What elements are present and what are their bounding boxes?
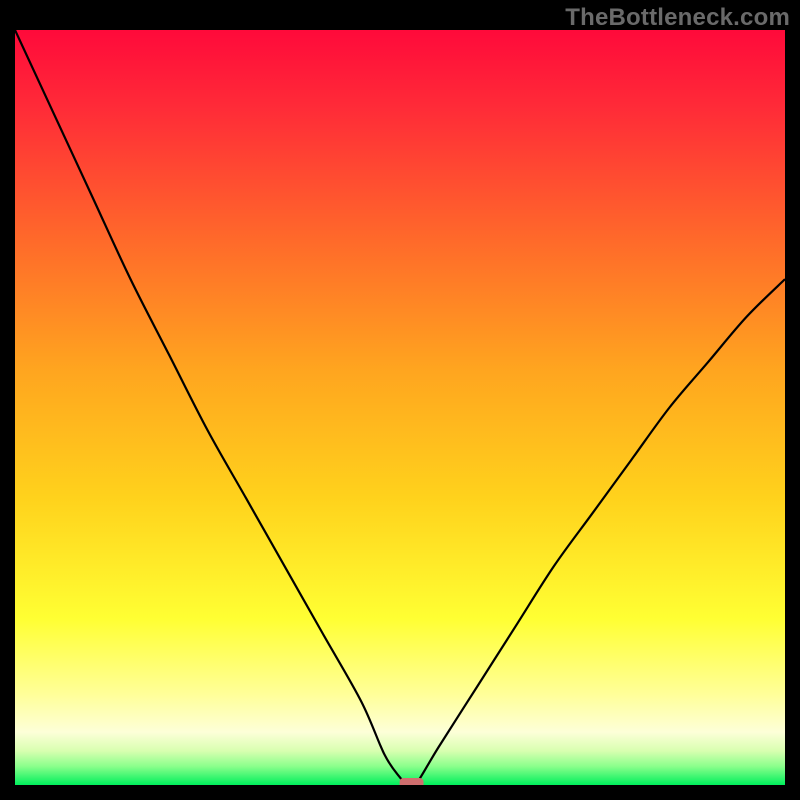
plot-svg xyxy=(15,30,785,785)
watermark-label: TheBottleneck.com xyxy=(565,4,790,32)
chart-frame: TheBottleneck.com xyxy=(0,0,800,800)
plot-area xyxy=(15,30,785,785)
optimum-marker xyxy=(400,778,424,785)
